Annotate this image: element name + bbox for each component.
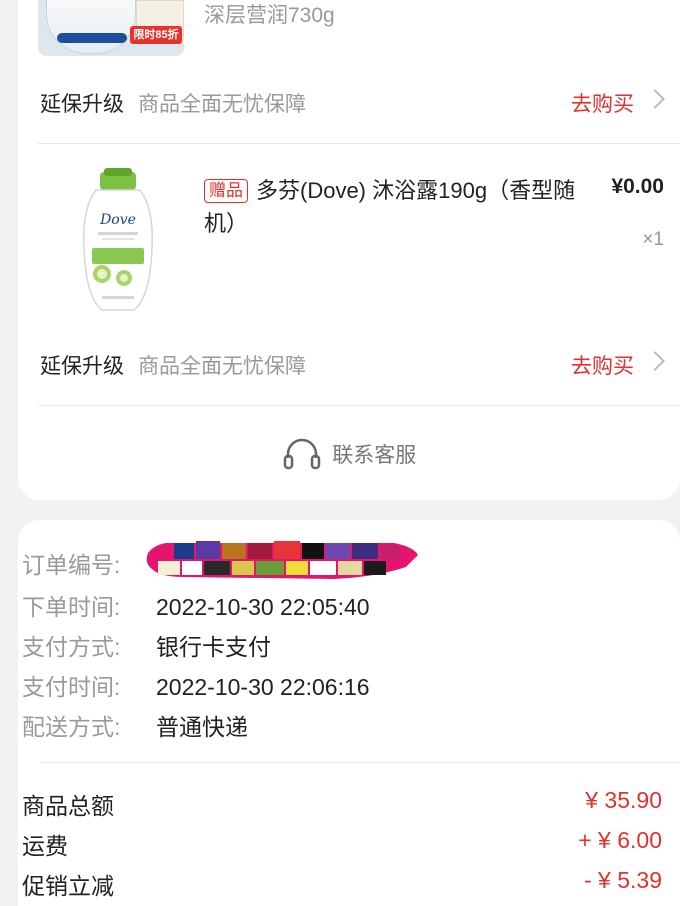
gift-tag: 赠品 xyxy=(204,179,248,203)
payment-method-row: 支付方式: 银行卡支付 xyxy=(22,628,271,662)
warranty-buy-button[interactable]: 去购买 xyxy=(571,88,634,118)
gift-product-name: 多芬(Dove) 沐浴露190g（香型随机） xyxy=(204,178,576,236)
delivery-method-label: 配送方式: xyxy=(22,714,121,740)
order-time-row: 下单时间: 2022-10-30 22:05:40 xyxy=(22,588,370,622)
bottle-image xyxy=(46,0,136,54)
order-items-card: 限时85折 深层营润730g 延保升级 商品全面无忧保障 去购买 Dove 赠品… xyxy=(18,0,680,500)
order-number-label: 订单编号: xyxy=(22,552,121,578)
gift-product-title[interactable]: 赠品 多芬(Dove) 沐浴露190g（香型随机） xyxy=(204,174,594,240)
payment-time-value: 2022-10-30 22:06:16 xyxy=(156,674,370,700)
warranty-description: 商品全面无忧保障 xyxy=(138,93,306,116)
contact-customer-service-button[interactable]: 联系客服 xyxy=(18,436,680,476)
warranty-row-1[interactable]: 延保升级 商品全面无忧保障 去购买 xyxy=(40,88,665,118)
chevron-right-icon xyxy=(645,89,665,109)
warranty-description: 商品全面无忧保障 xyxy=(138,355,306,378)
gift-product-image[interactable]: Dove xyxy=(62,168,174,318)
dove-logo: Dove xyxy=(99,212,136,228)
order-number-row: 订单编号: xyxy=(22,546,156,580)
warranty-buy-button[interactable]: 去购买 xyxy=(571,350,634,380)
contact-customer-service-label: 联系客服 xyxy=(332,444,417,467)
promo-badge: 限时85折 xyxy=(130,26,182,44)
discount-value: - ¥ 5.39 xyxy=(584,867,662,893)
payment-method-label: 支付方式: xyxy=(22,634,121,660)
product-spec: 深层营润730g xyxy=(204,4,335,27)
chevron-right-icon xyxy=(645,351,665,371)
discount-label: 促销立减 xyxy=(22,873,114,899)
warranty-title: 延保升级 xyxy=(40,355,124,378)
product-thumbnail-body-wash[interactable]: 限时85折 xyxy=(38,0,184,56)
divider xyxy=(38,405,680,406)
shipping-label: 运费 xyxy=(22,833,68,859)
order-time-value: 2022-10-30 22:05:40 xyxy=(156,594,370,620)
gift-product-price: ¥0.00 xyxy=(611,175,664,198)
payment-method-value: 银行卡支付 xyxy=(156,634,271,660)
redacted-order-number xyxy=(146,541,418,579)
subtotal-value: ¥ 35.90 xyxy=(585,787,662,813)
delivery-method-value: 普通快递 xyxy=(156,714,248,740)
shipping-value: + ¥ 6.00 xyxy=(578,827,662,853)
gift-product-quantity: ×1 xyxy=(642,229,664,250)
subtotal-label: 商品总额 xyxy=(22,793,114,819)
warranty-row-2[interactable]: 延保升级 商品全面无忧保障 去购买 xyxy=(40,350,665,380)
divider xyxy=(40,762,680,763)
payment-time-label: 支付时间: xyxy=(22,674,121,700)
warranty-title: 延保升级 xyxy=(40,93,124,116)
delivery-method-row: 配送方式: 普通快递 xyxy=(22,708,248,742)
order-time-label: 下单时间: xyxy=(22,594,121,620)
headset-icon xyxy=(283,438,321,470)
payment-time-row: 支付时间: 2022-10-30 22:06:16 xyxy=(22,668,370,702)
divider xyxy=(38,143,680,144)
